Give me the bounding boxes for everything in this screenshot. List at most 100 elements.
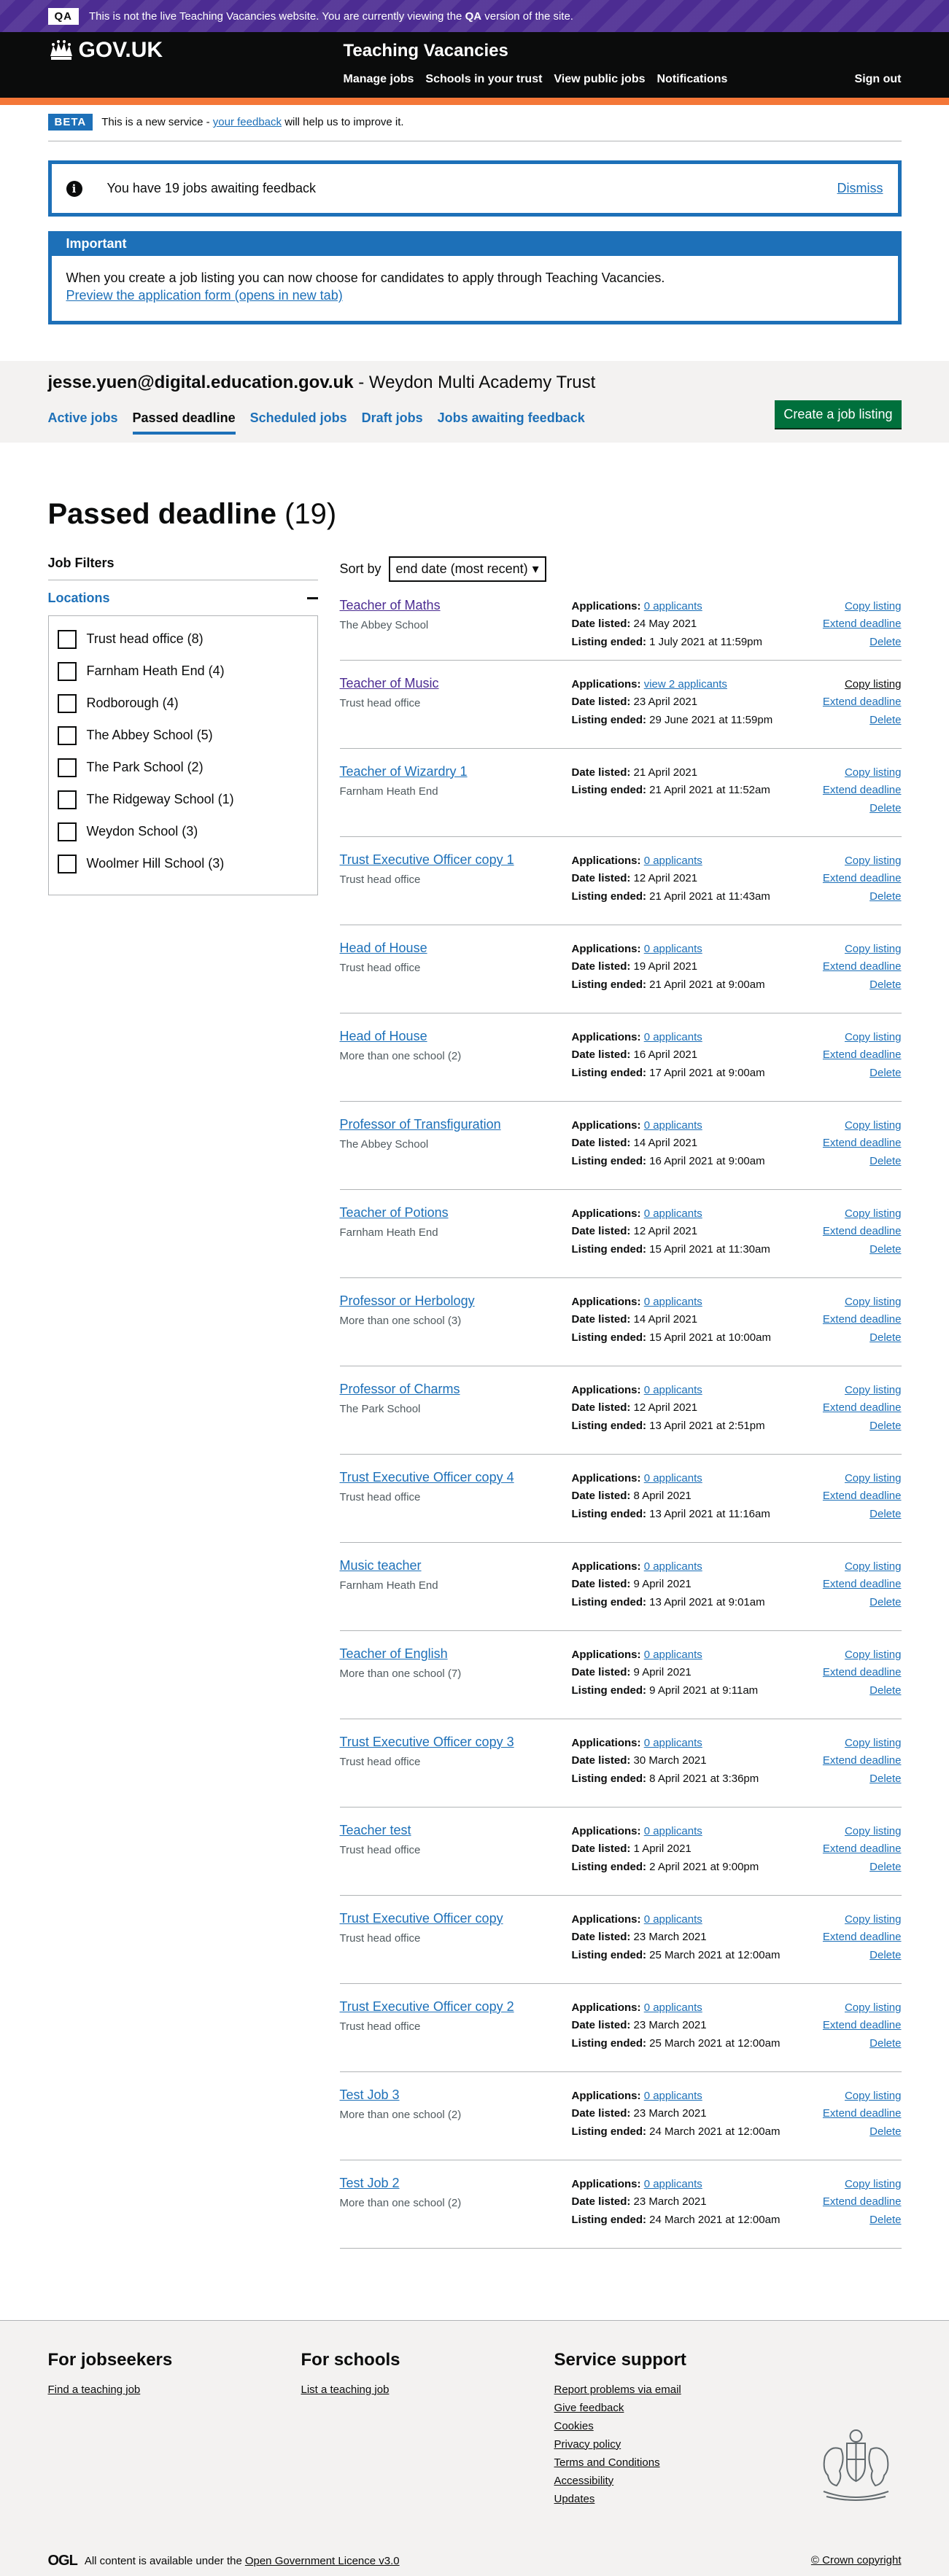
extend-deadline-link[interactable]: Extend deadline — [823, 1487, 902, 1506]
footer-link[interactable]: Report problems via email — [554, 2381, 686, 2399]
delete-link[interactable]: Delete — [823, 1770, 901, 1789]
extend-deadline-link[interactable]: Extend deadline — [823, 693, 902, 712]
sort-select[interactable]: end date (most recent) ▾ — [388, 556, 546, 582]
checkbox-icon[interactable] — [57, 790, 77, 809]
copy-listing-link[interactable]: Copy listing — [823, 1823, 902, 1841]
job-title-link[interactable]: Trust Executive Officer copy 3 — [340, 1735, 514, 1750]
applicants-link[interactable]: 0 applicants — [644, 1825, 702, 1837]
copy-listing-link[interactable]: Copy listing — [823, 1205, 902, 1223]
checkbox-icon[interactable] — [57, 725, 77, 745]
copy-listing-link[interactable]: Copy listing — [823, 1735, 902, 1753]
tab-draft-jobs[interactable]: Draft jobs — [362, 410, 423, 435]
dismiss-link[interactable]: Dismiss — [837, 181, 883, 196]
applicants-link[interactable]: view 2 applicants — [644, 678, 727, 690]
extend-deadline-link[interactable]: Extend deadline — [823, 1135, 902, 1153]
copy-listing-link[interactable]: Copy listing — [823, 1999, 902, 2017]
checkbox-icon[interactable] — [57, 854, 77, 873]
delete-link[interactable]: Delete — [823, 2211, 901, 2230]
extend-deadline-link[interactable]: Extend deadline — [823, 2105, 902, 2123]
collapse-icon[interactable] — [306, 596, 318, 599]
extend-deadline-link[interactable]: Extend deadline — [823, 1752, 902, 1770]
tab-scheduled-jobs[interactable]: Scheduled jobs — [250, 410, 347, 435]
locations-toggle[interactable]: Locations — [48, 591, 110, 606]
applicants-link[interactable]: 0 applicants — [644, 855, 702, 867]
delete-link[interactable]: Delete — [823, 888, 901, 906]
applicants-link[interactable]: 0 applicants — [644, 1913, 702, 1926]
job-title-link[interactable]: Head of House — [340, 1029, 427, 1044]
applicants-link[interactable]: 0 applicants — [644, 1560, 702, 1573]
footer-link[interactable]: Give feedback — [554, 2399, 686, 2417]
copy-listing-link[interactable]: Copy listing — [823, 676, 902, 694]
job-title-link[interactable]: Teacher of English — [340, 1646, 448, 1662]
extend-deadline-link[interactable]: Extend deadline — [823, 1576, 902, 1594]
copy-listing-link[interactable]: Copy listing — [823, 1911, 902, 1929]
extend-deadline-link[interactable]: Extend deadline — [823, 615, 902, 634]
nav-schools-in-your-trust[interactable]: Schools in your trust — [425, 73, 542, 86]
tab-passed-deadline[interactable]: Passed deadline — [132, 410, 236, 435]
applicants-link[interactable]: 0 applicants — [644, 2090, 702, 2102]
copy-listing-link[interactable]: Copy listing — [823, 1646, 902, 1665]
extend-deadline-link[interactable]: Extend deadline — [823, 782, 902, 800]
extend-deadline-link[interactable]: Extend deadline — [823, 1311, 902, 1329]
checkbox-icon[interactable] — [57, 822, 77, 841]
copy-listing-link[interactable]: Copy listing — [823, 852, 902, 871]
copy-listing-link[interactable]: Copy listing — [823, 1470, 902, 1488]
location-checkbox[interactable]: Trust head office (8) — [57, 623, 309, 655]
job-title-link[interactable]: Teacher of Maths — [340, 598, 441, 613]
tab-jobs-awaiting-feedback[interactable]: Jobs awaiting feedback — [438, 410, 585, 435]
applicants-link[interactable]: 0 applicants — [644, 1737, 702, 1749]
job-title-link[interactable]: Trust Executive Officer copy 4 — [340, 1470, 514, 1485]
footer-link[interactable]: Find a teaching job — [48, 2381, 173, 2399]
applicants-link[interactable]: 0 applicants — [644, 1031, 702, 1043]
extend-deadline-link[interactable]: Extend deadline — [823, 1840, 902, 1859]
checkbox-icon[interactable] — [57, 693, 77, 713]
copy-listing-link[interactable]: Copy listing — [823, 2176, 902, 2194]
applicants-link[interactable]: 0 applicants — [644, 2001, 702, 2014]
copy-listing-link[interactable]: Copy listing — [823, 1293, 902, 1312]
copy-listing-link[interactable]: Copy listing — [823, 941, 902, 959]
delete-link[interactable]: Delete — [823, 2123, 901, 2141]
delete-link[interactable]: Delete — [823, 1682, 901, 1700]
footer-link[interactable]: Cookies — [554, 2417, 686, 2435]
delete-link[interactable]: Delete — [823, 976, 901, 995]
delete-link[interactable]: Delete — [823, 1417, 901, 1436]
nav-view-public-jobs[interactable]: View public jobs — [554, 73, 645, 86]
delete-link[interactable]: Delete — [823, 1241, 901, 1259]
extend-deadline-link[interactable]: Extend deadline — [823, 1399, 902, 1417]
extend-deadline-link[interactable]: Extend deadline — [823, 1046, 902, 1065]
delete-link[interactable]: Delete — [823, 800, 901, 818]
job-title-link[interactable]: Teacher of Potions — [340, 1205, 449, 1221]
job-title-link[interactable]: Test Job 3 — [340, 2087, 400, 2103]
extend-deadline-link[interactable]: Extend deadline — [823, 1664, 902, 1682]
job-title-link[interactable]: Teacher of Wizardry 1 — [340, 764, 468, 779]
applicants-link[interactable]: 0 applicants — [644, 1649, 702, 1661]
copy-listing-link[interactable]: Copy listing — [823, 764, 902, 782]
crown-copyright-link[interactable]: © Crown copyright — [811, 2554, 902, 2567]
applicants-link[interactable]: 0 applicants — [644, 1472, 702, 1484]
applicants-link[interactable]: 0 applicants — [644, 943, 702, 955]
copy-listing-link[interactable]: Copy listing — [823, 1558, 902, 1576]
delete-link[interactable]: Delete — [823, 712, 901, 730]
extend-deadline-link[interactable]: Extend deadline — [823, 1929, 902, 1947]
delete-link[interactable]: Delete — [823, 634, 901, 652]
delete-link[interactable]: Delete — [823, 1329, 901, 1347]
job-title-link[interactable]: Teacher of Music — [340, 676, 439, 691]
job-title-link[interactable]: Head of House — [340, 941, 427, 956]
footer-link[interactable]: Updates — [554, 2490, 686, 2508]
job-title-link[interactable]: Music teacher — [340, 1558, 422, 1573]
extend-deadline-link[interactable]: Extend deadline — [823, 2193, 902, 2211]
create-job-listing-button[interactable]: Create a job listing — [775, 400, 902, 428]
extend-deadline-link[interactable]: Extend deadline — [823, 870, 902, 888]
extend-deadline-link[interactable]: Extend deadline — [823, 1223, 902, 1241]
copy-listing-link[interactable]: Copy listing — [823, 1029, 902, 1047]
nav-notifications[interactable]: Notifications — [656, 73, 727, 86]
feedback-link[interactable]: your feedback — [213, 116, 282, 128]
delete-link[interactable]: Delete — [823, 1947, 901, 1965]
delete-link[interactable]: Delete — [823, 2035, 901, 2053]
footer-link[interactable]: List a teaching job — [301, 2381, 400, 2399]
job-title-link[interactable]: Trust Executive Officer copy — [340, 1911, 503, 1926]
delete-link[interactable]: Delete — [823, 1153, 901, 1171]
checkbox-icon[interactable] — [57, 758, 77, 777]
location-checkbox[interactable]: Woolmer Hill School (3) — [57, 848, 309, 880]
job-title-link[interactable]: Teacher test — [340, 1823, 411, 1838]
